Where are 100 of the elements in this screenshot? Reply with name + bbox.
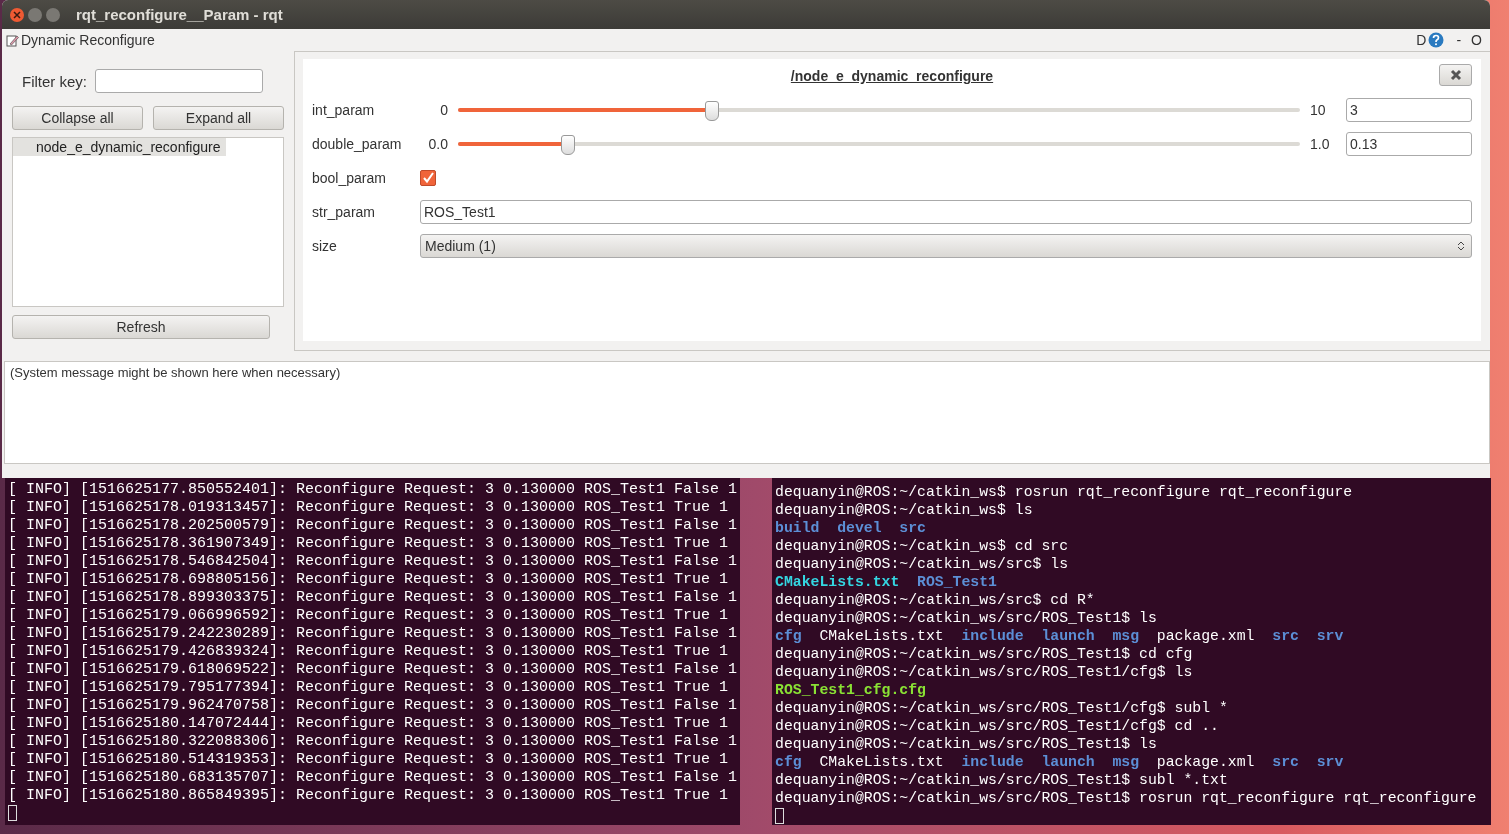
file-name: package.xml xyxy=(1156,754,1255,770)
param-label: double_param xyxy=(312,136,403,152)
log-line: [ INFO] [1516625178.019313457]: Reconfigure Request: 3 0.130000 ROS_Test1 True 1 xyxy=(8,499,730,517)
file-name: build xyxy=(775,520,820,536)
maximize-icon[interactable] xyxy=(46,7,60,22)
log-line: [ INFO] [1516625179.242230289]: Reconfigure Request: 3 0.130000 ROS_Test1 False 1 xyxy=(8,625,739,643)
file-name: ROS_Test1_cfg.cfg xyxy=(775,682,926,698)
checkbox[interactable] xyxy=(420,170,436,186)
file-name: devel xyxy=(837,520,882,536)
plugin-control[interactable]: D xyxy=(1416,32,1427,48)
close-icon xyxy=(1449,69,1462,81)
file-name: src xyxy=(1272,628,1299,644)
filter-field[interactable] xyxy=(95,69,263,93)
shell-prompt: dequanyin@ROS:~/catkin_ws/src$ xyxy=(775,556,1042,572)
shell-command: ls xyxy=(1174,664,1193,680)
cursor-icon xyxy=(775,808,784,825)
window-title: rqt_reconfigure__Param - rqt xyxy=(76,6,283,23)
file-name: cfg xyxy=(775,628,802,644)
log-line: [ INFO] [1516625179.426839324]: Reconfigure Request: 3 0.130000 ROS_Test1 True 1 xyxy=(8,643,730,661)
plugin-control[interactable]: O xyxy=(1471,32,1482,48)
file-name: ROS_Test1 xyxy=(917,574,997,590)
file-name: package.xml xyxy=(1156,628,1255,644)
shell-prompt: dequanyin@ROS:~/catkin_ws/src/ROS_Test1$ xyxy=(775,610,1131,626)
shell-prompt: dequanyin@ROS:~/catkin_ws$ xyxy=(775,502,1006,518)
log-line: [ INFO] [1516625179.962470758]: Reconfigure Request: 3 0.130000 ROS_Test1 False 1 xyxy=(8,697,739,715)
dropdown[interactable]: Medium (1) xyxy=(420,234,1472,258)
refresh-button[interactable]: Refresh xyxy=(12,315,270,339)
shell-command: cd src xyxy=(1014,538,1069,554)
shell-command: cd .. xyxy=(1174,718,1219,734)
slider-thumb[interactable] xyxy=(561,135,576,155)
param-label: size xyxy=(312,238,338,254)
file-name: src xyxy=(1272,754,1299,770)
shell-prompt: dequanyin@ROS:~/catkin_ws/src$ xyxy=(775,592,1042,608)
tree-button[interactable]: Collapse all xyxy=(12,106,143,130)
log-line: [ INFO] [1516625178.698805156]: Reconfigure Request: 3 0.130000 ROS_Test1 True 1 xyxy=(8,571,730,589)
shell-prompt: dequanyin@ROS:~/catkin_ws/src/ROS_Test1$ xyxy=(775,736,1131,752)
param-label: bool_param xyxy=(312,170,387,186)
node-item[interactable]: node_e_dynamic_reconfigure xyxy=(13,138,227,156)
help-icon[interactable] xyxy=(1428,32,1445,48)
shell-command: subl * xyxy=(1174,700,1228,716)
file-name: src xyxy=(899,520,926,536)
file-name: CMakeLists.txt xyxy=(819,754,944,770)
slider-max: 1.0 xyxy=(1310,136,1331,152)
log-line: [ INFO] [1516625179.066996592]: Reconfigure Request: 3 0.130000 ROS_Test1 True 1 xyxy=(8,607,730,625)
minimize-icon[interactable] xyxy=(28,7,42,22)
log-line: [ INFO] [1516625180.147072444]: Reconfigure Request: 3 0.130000 ROS_Test1 True 1 xyxy=(8,715,730,733)
param-label: int_param xyxy=(312,102,376,118)
cursor-icon xyxy=(8,805,17,822)
slider-min: 0.0 xyxy=(427,136,448,152)
shell-command: rosrun rqt_reconfigure rqt_reconfigure xyxy=(1139,790,1477,806)
value-field[interactable]: 3 xyxy=(1346,98,1472,122)
shell-prompt: dequanyin@ROS:~/catkin_ws/src/ROS_Test1/cfg$ xyxy=(775,700,1166,716)
file-name: CMakeLists.txt xyxy=(775,574,900,590)
log-line: [ INFO] [1516625178.361907349]: Reconfigure Request: 3 0.130000 ROS_Test1 True 1 xyxy=(8,535,730,553)
close-icon[interactable] xyxy=(10,7,24,22)
node-title: /node_e_dynamic_reconfigure xyxy=(790,68,994,84)
log-line: [ INFO] [1516625180.865849395]: Reconfigure Request: 3 0.130000 ROS_Test1 True 1 xyxy=(8,787,730,805)
log-line: [ INFO] [1516625179.618069522]: Reconfigure Request: 3 0.130000 ROS_Test1 False 1 xyxy=(8,661,739,679)
file-name: launch xyxy=(1041,754,1095,770)
shell-prompt: dequanyin@ROS:~/catkin_ws$ xyxy=(775,538,1006,554)
file-name: include xyxy=(961,628,1024,644)
pencil-icon xyxy=(6,33,19,47)
slider-thumb[interactable] xyxy=(704,101,719,121)
file-name: msg xyxy=(1112,754,1140,770)
file-name: srv xyxy=(1316,628,1344,644)
system-message: (System message might be shown here when necessary) xyxy=(10,365,341,380)
plugin-title: Dynamic Reconfigure xyxy=(21,32,155,48)
plugin-control[interactable]: - xyxy=(1456,32,1462,48)
param-label: str_param xyxy=(312,204,377,220)
shell-command: ls xyxy=(1139,610,1157,626)
log-line: [ INFO] [1516625177.850552401]: Reconfigure Request: 3 0.130000 ROS_Test1 False 1 xyxy=(8,481,739,499)
shell-command: rosrun rqt_reconfigure rqt_reconfigure xyxy=(1014,484,1353,500)
log-line: [ INFO] [1516625178.546842504]: Reconfigure Request: 3 0.130000 ROS_Test1 False 1 xyxy=(8,553,739,571)
shell-prompt: dequanyin@ROS:~/catkin_ws/src/ROS_Test1/cfg$ xyxy=(775,664,1166,680)
slider-min: 0 xyxy=(439,102,448,118)
slider-track[interactable] xyxy=(458,134,1300,154)
file-name: msg xyxy=(1112,628,1140,644)
text-field[interactable]: ROS_Test1 xyxy=(420,200,1472,224)
shell-prompt: dequanyin@ROS:~/catkin_ws/src/ROS_Test1/cfg$ xyxy=(775,718,1166,734)
log-line: [ INFO] [1516625179.795177394]: Reconfigure Request: 3 0.130000 ROS_Test1 True 1 xyxy=(8,679,730,697)
log-line: [ INFO] [1516625178.899303375]: Reconfigure Request: 3 0.130000 ROS_Test1 False 1 xyxy=(8,589,739,607)
shell-command: ls xyxy=(1050,556,1069,572)
shell-prompt: dequanyin@ROS:~/catkin_ws$ xyxy=(775,484,1006,500)
filter-label: Filter key: xyxy=(22,72,87,90)
log-line: [ INFO] [1516625180.514319353]: Reconfigure Request: 3 0.130000 ROS_Test1 True 1 xyxy=(8,751,730,769)
log-line: [ INFO] [1516625180.322088306]: Reconfigure Request: 3 0.130000 ROS_Test1 False 1 xyxy=(8,733,739,751)
slider-max: 10 xyxy=(1310,102,1327,118)
slider-track[interactable] xyxy=(458,100,1300,120)
shell-command: ls xyxy=(1139,736,1157,752)
file-name: srv xyxy=(1316,754,1344,770)
shell-prompt: dequanyin@ROS:~/catkin_ws/src/ROS_Test1$ xyxy=(775,790,1131,806)
value-field[interactable]: 0.13 xyxy=(1346,132,1472,156)
shell-prompt: dequanyin@ROS:~/catkin_ws/src/ROS_Test1$ xyxy=(775,772,1131,788)
tree-button[interactable]: Expand all xyxy=(153,106,284,130)
log-line: [ INFO] [1516625180.683135707]: Reconfigure Request: 3 0.130000 ROS_Test1 False 1 xyxy=(8,769,739,787)
shell-command: subl *.txt xyxy=(1139,772,1228,788)
log-line: [ INFO] [1516625178.202500579]: Reconfigure Request: 3 0.130000 ROS_Test1 False 1 xyxy=(8,517,739,535)
shell-command: ls xyxy=(1014,502,1033,518)
close-button[interactable] xyxy=(1439,64,1472,86)
shell-command: cd R* xyxy=(1050,592,1095,608)
